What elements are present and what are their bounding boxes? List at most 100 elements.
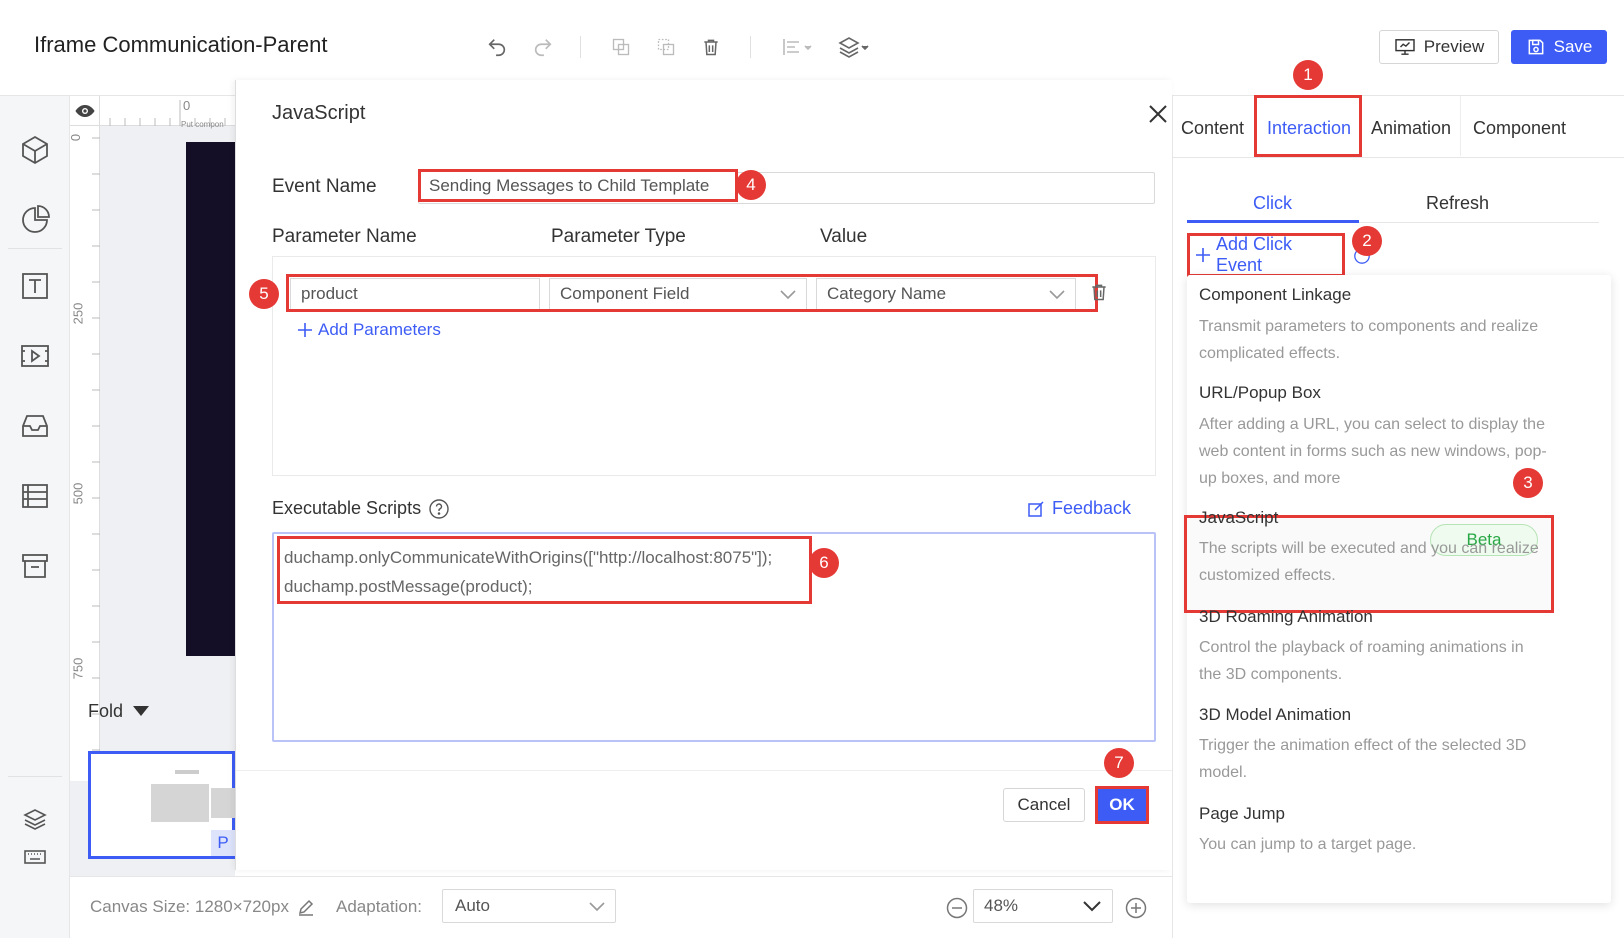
chevron-down-icon: [1082, 898, 1102, 914]
menu-item-desc: After adding a URL, you can select to di…: [1199, 416, 1547, 487]
add-click-event-button[interactable]: Add Click Event: [1187, 233, 1345, 277]
menu-item-component-linkage[interactable]: Component Linkage: [1199, 285, 1351, 305]
redo-icon[interactable]: [530, 34, 556, 60]
ruler-left-label: 750: [70, 657, 86, 680]
sidebar-divider: [8, 248, 62, 249]
toolbar-divider: [750, 36, 751, 58]
tab-component[interactable]: Component: [1473, 118, 1566, 139]
subtab-active-indicator: [1187, 220, 1359, 223]
event-name-value[interactable]: Sending Messages to Child Template: [418, 169, 738, 202]
save-button[interactable]: Save: [1511, 30, 1607, 64]
ruler-left-label: 500: [70, 482, 86, 505]
undo-icon[interactable]: [484, 34, 510, 60]
ruler-top-label: 0: [183, 98, 191, 113]
pencil-icon[interactable]: [297, 898, 315, 916]
left-sidebar: [0, 96, 70, 938]
eye-icon[interactable]: [70, 96, 100, 126]
zoom-value: 48%: [984, 896, 1019, 915]
canvas-preview[interactable]: [186, 142, 235, 656]
executable-scripts-label: Executable Scripts: [272, 498, 449, 519]
dialog-footer-divider: [236, 770, 1173, 771]
fold-label: Fold: [88, 700, 124, 721]
delete-icon[interactable]: [698, 34, 724, 60]
dialog-title: JavaScript: [272, 102, 366, 124]
column-parameter-type: Parameter Type: [551, 226, 686, 247]
video-icon[interactable]: [17, 338, 53, 374]
tab-animation[interactable]: Animation: [1371, 118, 1451, 139]
adaptation-select[interactable]: Auto: [442, 889, 616, 923]
menu-item-3d-roaming[interactable]: 3D Roaming Animation: [1199, 607, 1373, 627]
tab-divider: [1460, 96, 1461, 156]
caret-down-icon: [133, 706, 150, 716]
bottom-bar: Canvas Size: 1280×720px Adaptation: Auto…: [70, 876, 1172, 938]
interaction-tab-highlight: [1254, 95, 1362, 157]
add-parameters-button[interactable]: Add Parameters: [298, 320, 441, 340]
ruler-top: 0 Put compon: [100, 96, 235, 129]
menu-item-javascript[interactable]: JavaScript: [1199, 508, 1278, 528]
close-icon[interactable]: [1146, 102, 1170, 126]
toolbar-divider: [580, 36, 581, 58]
feedback-label: Feedback: [1052, 498, 1132, 518]
scripts-label-text: Executable Scripts: [272, 498, 422, 518]
menu-item-desc: Control the playback of roaming animatio…: [1199, 639, 1524, 683]
page-thumbnail[interactable]: P: [88, 751, 235, 859]
tab-content[interactable]: Content: [1181, 118, 1244, 139]
copy-icon[interactable]: [608, 34, 634, 60]
step-badge-3: 3: [1513, 468, 1543, 498]
column-parameter-name: Parameter Name: [272, 226, 417, 247]
zoom-out-icon[interactable]: [946, 897, 968, 919]
script-code-highlight[interactable]: duchamp.onlyCommunicateWithOrigins(["htt…: [277, 536, 812, 604]
archive-icon[interactable]: [17, 548, 53, 584]
trash-icon[interactable]: [1089, 282, 1109, 302]
monitor-icon: [1394, 38, 1416, 56]
menu-item-page-jump[interactable]: Page Jump: [1199, 804, 1285, 824]
text-icon[interactable]: [17, 268, 53, 304]
zoom-select[interactable]: 48%: [973, 889, 1113, 923]
javascript-dialog: JavaScript Event Name Sending Messages t…: [235, 80, 1173, 870]
keyboard-icon[interactable]: [17, 839, 53, 875]
fold-toggle[interactable]: Fold: [70, 686, 235, 736]
inbox-icon[interactable]: [17, 408, 53, 444]
subtab-refresh[interactable]: Refresh: [1426, 193, 1489, 214]
plus-icon: [298, 323, 312, 337]
table-icon[interactable]: [17, 478, 53, 514]
menu-item-url-popup[interactable]: URL/Popup Box: [1199, 383, 1321, 403]
canvas-size-text: Canvas Size: 1280×720px: [90, 897, 289, 916]
tabs-divider: [1172, 157, 1624, 158]
plus-icon: [1196, 248, 1210, 262]
chevron-down-icon: [589, 899, 605, 913]
add-click-event-label: Add Click Event: [1216, 234, 1293, 275]
menu-item-desc: You can jump to a target page.: [1199, 836, 1417, 853]
save-label: Save: [1553, 37, 1593, 56]
ruler-hint: Put compon: [181, 120, 224, 129]
menu-item-desc: Trigger the animation effect of the sele…: [1199, 737, 1527, 781]
adaptation-value: Auto: [455, 896, 490, 915]
step-badge-7: 7: [1104, 748, 1134, 778]
layers-icon[interactable]: [17, 801, 53, 837]
save-icon: [1526, 37, 1546, 57]
feedback-link[interactable]: Feedback: [1028, 498, 1131, 519]
help-icon[interactable]: [429, 498, 449, 519]
cube-icon[interactable]: [17, 132, 53, 168]
preview-button[interactable]: Preview: [1379, 30, 1499, 64]
layers-dropdown-icon[interactable]: [836, 34, 872, 60]
pie-chart-icon[interactable]: [17, 202, 53, 238]
canvas-area: 0 Put compon 0 250 500 750 Fold P: [68, 96, 235, 876]
step-badge-2: 2: [1352, 226, 1382, 256]
paste-icon[interactable]: [653, 34, 679, 60]
cancel-button[interactable]: Cancel: [1003, 788, 1085, 822]
align-dropdown-icon[interactable]: [780, 34, 816, 60]
ruler-left: 0 250 500 750: [68, 126, 100, 781]
adaptation-label: Adaptation:: [336, 897, 423, 916]
step-badge-4: 4: [736, 170, 766, 200]
zoom-in-icon[interactable]: [1125, 897, 1147, 919]
menu-item-desc: Transmit parameters to components and re…: [1199, 318, 1539, 362]
script-line: duchamp.onlyCommunicateWithOrigins(["htt…: [284, 548, 773, 567]
menu-item-desc: The scripts will be executed and you can…: [1199, 540, 1539, 584]
event-name-label: Event Name: [272, 176, 377, 197]
preview-label: Preview: [1423, 37, 1485, 56]
step-badge-6: 6: [809, 548, 839, 578]
menu-item-3d-model[interactable]: 3D Model Animation: [1199, 705, 1351, 725]
subtab-click[interactable]: Click: [1253, 193, 1292, 214]
ok-button[interactable]: OK: [1095, 786, 1149, 824]
